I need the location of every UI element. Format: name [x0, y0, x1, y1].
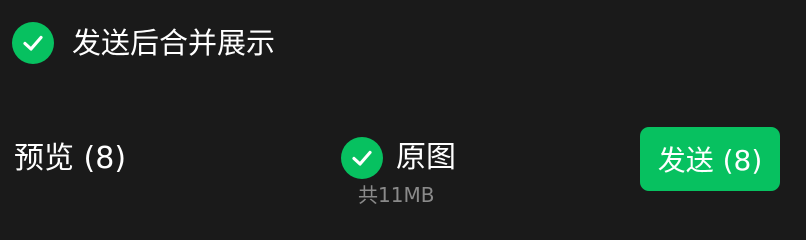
preview-button[interactable]: 预览 (8)	[14, 138, 126, 180]
check-icon	[352, 150, 372, 166]
original-image-label[interactable]: 原图	[396, 137, 456, 179]
merge-display-checkbox[interactable]	[12, 22, 54, 64]
original-image-checkbox[interactable]	[341, 137, 383, 179]
merge-display-label[interactable]: 发送后合并展示	[72, 22, 275, 64]
check-icon	[23, 35, 43, 51]
send-button[interactable]: 发送 (8)	[640, 127, 780, 191]
original-size-text: 共11MB	[358, 183, 435, 207]
